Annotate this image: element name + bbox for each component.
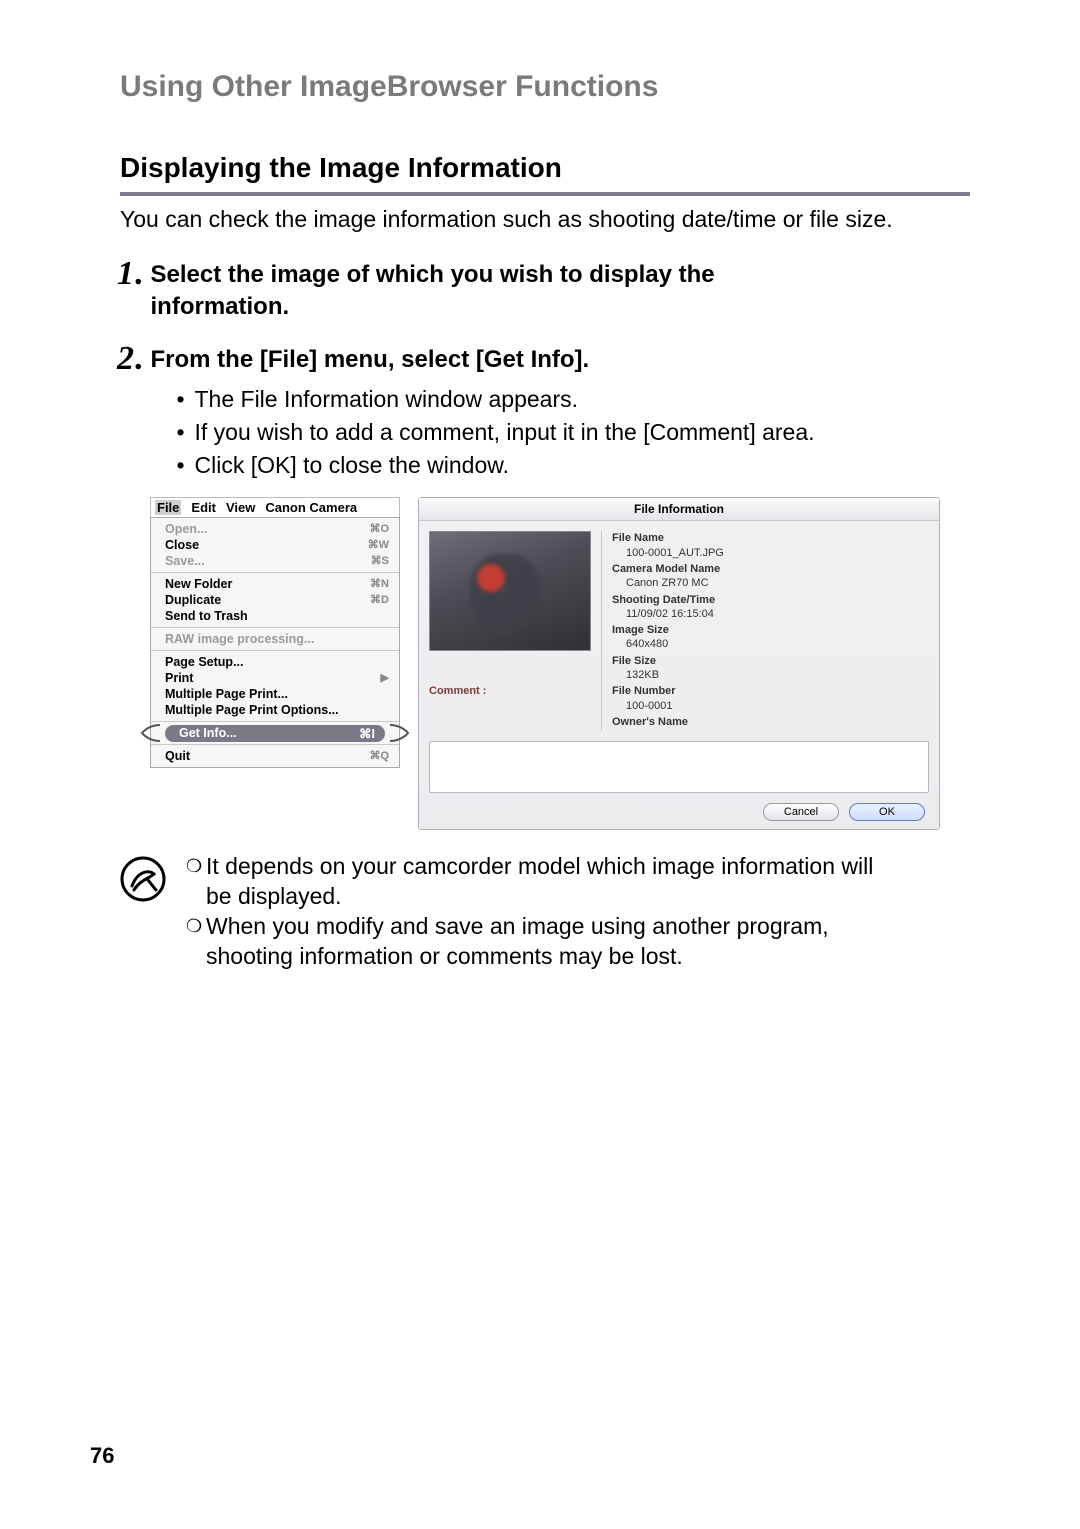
step-number: 1 <box>94 257 134 291</box>
comment-label: Comment : <box>429 685 589 697</box>
menu-item-save[interactable]: Save... ⌘S <box>151 553 399 569</box>
bullet-text: The File Information window appears. <box>195 384 579 415</box>
meta-key: Shooting Date/Time <box>612 593 929 607</box>
meta-key: Image Size <box>612 623 929 637</box>
menu-item-duplicate[interactable]: Duplicate ⌘D <box>151 592 399 608</box>
menu-item-raw-processing[interactable]: RAW image processing... <box>151 631 399 647</box>
menu-item-label: Quit <box>165 749 190 763</box>
meta-key: File Name <box>612 531 929 545</box>
dialog-title: File Information <box>419 498 939 521</box>
file-information-dialog: File Information Comment : File Name 100… <box>418 497 940 830</box>
notes-block: ❍ It depends on your camcorder model whi… <box>120 852 970 972</box>
menu-item-multiple-page-print-options[interactable]: Multiple Page Print Options... <box>151 702 399 718</box>
menu-item-shortcut: ⌘W <box>368 538 389 552</box>
meta-value: 640x480 <box>612 637 929 651</box>
meta-value: Canon ZR70 MC <box>612 576 929 590</box>
note-bullet-icon: ❍ <box>186 855 206 878</box>
thumbnail-image <box>429 531 591 651</box>
menu-item-label: Get Info... <box>179 726 237 741</box>
meta-value: 100-0001_AUT.JPG <box>612 546 929 560</box>
menu-item-shortcut: ⌘O <box>369 522 389 536</box>
meta-key: File Size <box>612 654 929 668</box>
step-title-line: From the [File] menu, select [Get Info]. <box>151 346 590 373</box>
step-title-line: information. <box>151 293 290 320</box>
menu-item-shortcut: ⌘N <box>370 577 389 591</box>
menu-item-get-info[interactable]: Get Info... ⌘I <box>165 725 385 742</box>
note-bullet-icon: ❍ <box>186 915 206 938</box>
screenshots-row: File Edit View Canon Camera Open... ⌘O C… <box>120 497 970 830</box>
menu-item-label: Send to Trash <box>165 609 248 623</box>
section-header: Using Other ImageBrowser Functions <box>120 70 970 104</box>
menu-item-label: Duplicate <box>165 593 221 607</box>
note-text: shooting information or comments may be … <box>206 943 683 969</box>
note-text: It depends on your camcorder model which… <box>206 853 873 879</box>
menu-item-label: Open... <box>165 522 207 536</box>
meta-value: 11/09/02 16:15:04 <box>612 607 929 621</box>
note-text: be displayed. <box>206 883 342 909</box>
menubar: File Edit View Canon Camera <box>150 497 400 517</box>
menu-item-shortcut: ⌘I <box>359 726 375 741</box>
menu-item-close[interactable]: Close ⌘W <box>151 537 399 553</box>
menu-item-label: RAW image processing... <box>165 632 314 646</box>
comment-textarea[interactable] <box>429 741 929 793</box>
menu-item-new-folder[interactable]: New Folder ⌘N <box>151 576 399 592</box>
meta-value: 132KB <box>612 668 929 682</box>
bullet-text: If you wish to add a comment, input it i… <box>195 417 815 448</box>
file-menu-screenshot: File Edit View Canon Camera Open... ⌘O C… <box>150 497 400 830</box>
menu-item-send-to-trash[interactable]: Send to Trash <box>151 608 399 624</box>
step-1: 1 . Select the image of which you wish t… <box>94 259 970 324</box>
menu-item-multiple-page-print[interactable]: Multiple Page Print... <box>151 686 399 702</box>
note-text: When you modify and save an image using … <box>206 913 829 939</box>
menu-item-shortcut: ⌘S <box>371 554 389 568</box>
callout-ellipse-right-icon <box>389 722 411 744</box>
menu-item-label: Print <box>165 671 193 685</box>
meta-key: File Number <box>612 684 929 698</box>
menu-item-label: Multiple Page Print... <box>165 687 288 701</box>
meta-value: 100-0001 <box>612 699 929 713</box>
cancel-button[interactable]: Cancel <box>763 803 839 821</box>
menubar-item-canon-camera[interactable]: Canon Camera <box>265 500 357 515</box>
meta-key: Camera Model Name <box>612 562 929 576</box>
metadata-list: File Name 100-0001_AUT.JPG Camera Model … <box>601 531 929 731</box>
meta-key: Owner's Name <box>612 715 929 729</box>
title-underline <box>120 192 970 196</box>
menu-item-label: New Folder <box>165 577 232 591</box>
menu-item-label: Close <box>165 538 199 552</box>
step-dot: . <box>134 342 143 376</box>
menu-item-get-info-row: Get Info... ⌘I <box>139 722 411 744</box>
note-icon <box>120 856 166 902</box>
menubar-item-view[interactable]: View <box>226 500 255 515</box>
step-number: 2 <box>94 342 134 376</box>
ok-button[interactable]: OK <box>849 803 925 821</box>
menu-item-page-setup[interactable]: Page Setup... <box>151 654 399 670</box>
menu-item-shortcut: ⌘D <box>370 593 389 607</box>
menu-item-label: Page Setup... <box>165 655 244 669</box>
menu-item-shortcut: ⌘Q <box>369 749 389 763</box>
step-2: 2 . From the [File] menu, select [Get In… <box>94 344 970 484</box>
page-number: 76 <box>90 1443 114 1469</box>
subsection-title: Displaying the Image Information <box>120 152 970 184</box>
menu-item-quit[interactable]: Quit ⌘Q <box>151 748 399 764</box>
intro-text: You can check the image information such… <box>120 206 970 233</box>
menu-item-shortcut: ▶ <box>381 671 389 685</box>
step-dot: . <box>134 257 143 291</box>
step-title-line: Select the image of which you wish to di… <box>151 261 715 288</box>
menubar-item-edit[interactable]: Edit <box>191 500 216 515</box>
menu-item-label: Save... <box>165 554 205 568</box>
menu-item-label: Multiple Page Print Options... <box>165 703 339 717</box>
bullet-text: Click [OK] to close the window. <box>195 450 509 481</box>
callout-ellipse-left-icon <box>139 722 161 744</box>
menubar-item-file[interactable]: File <box>155 500 181 515</box>
menu-item-open[interactable]: Open... ⌘O <box>151 521 399 537</box>
step-2-bullets: •The File Information window appears. •I… <box>177 384 971 481</box>
menu-item-print[interactable]: Print ▶ <box>151 670 399 686</box>
